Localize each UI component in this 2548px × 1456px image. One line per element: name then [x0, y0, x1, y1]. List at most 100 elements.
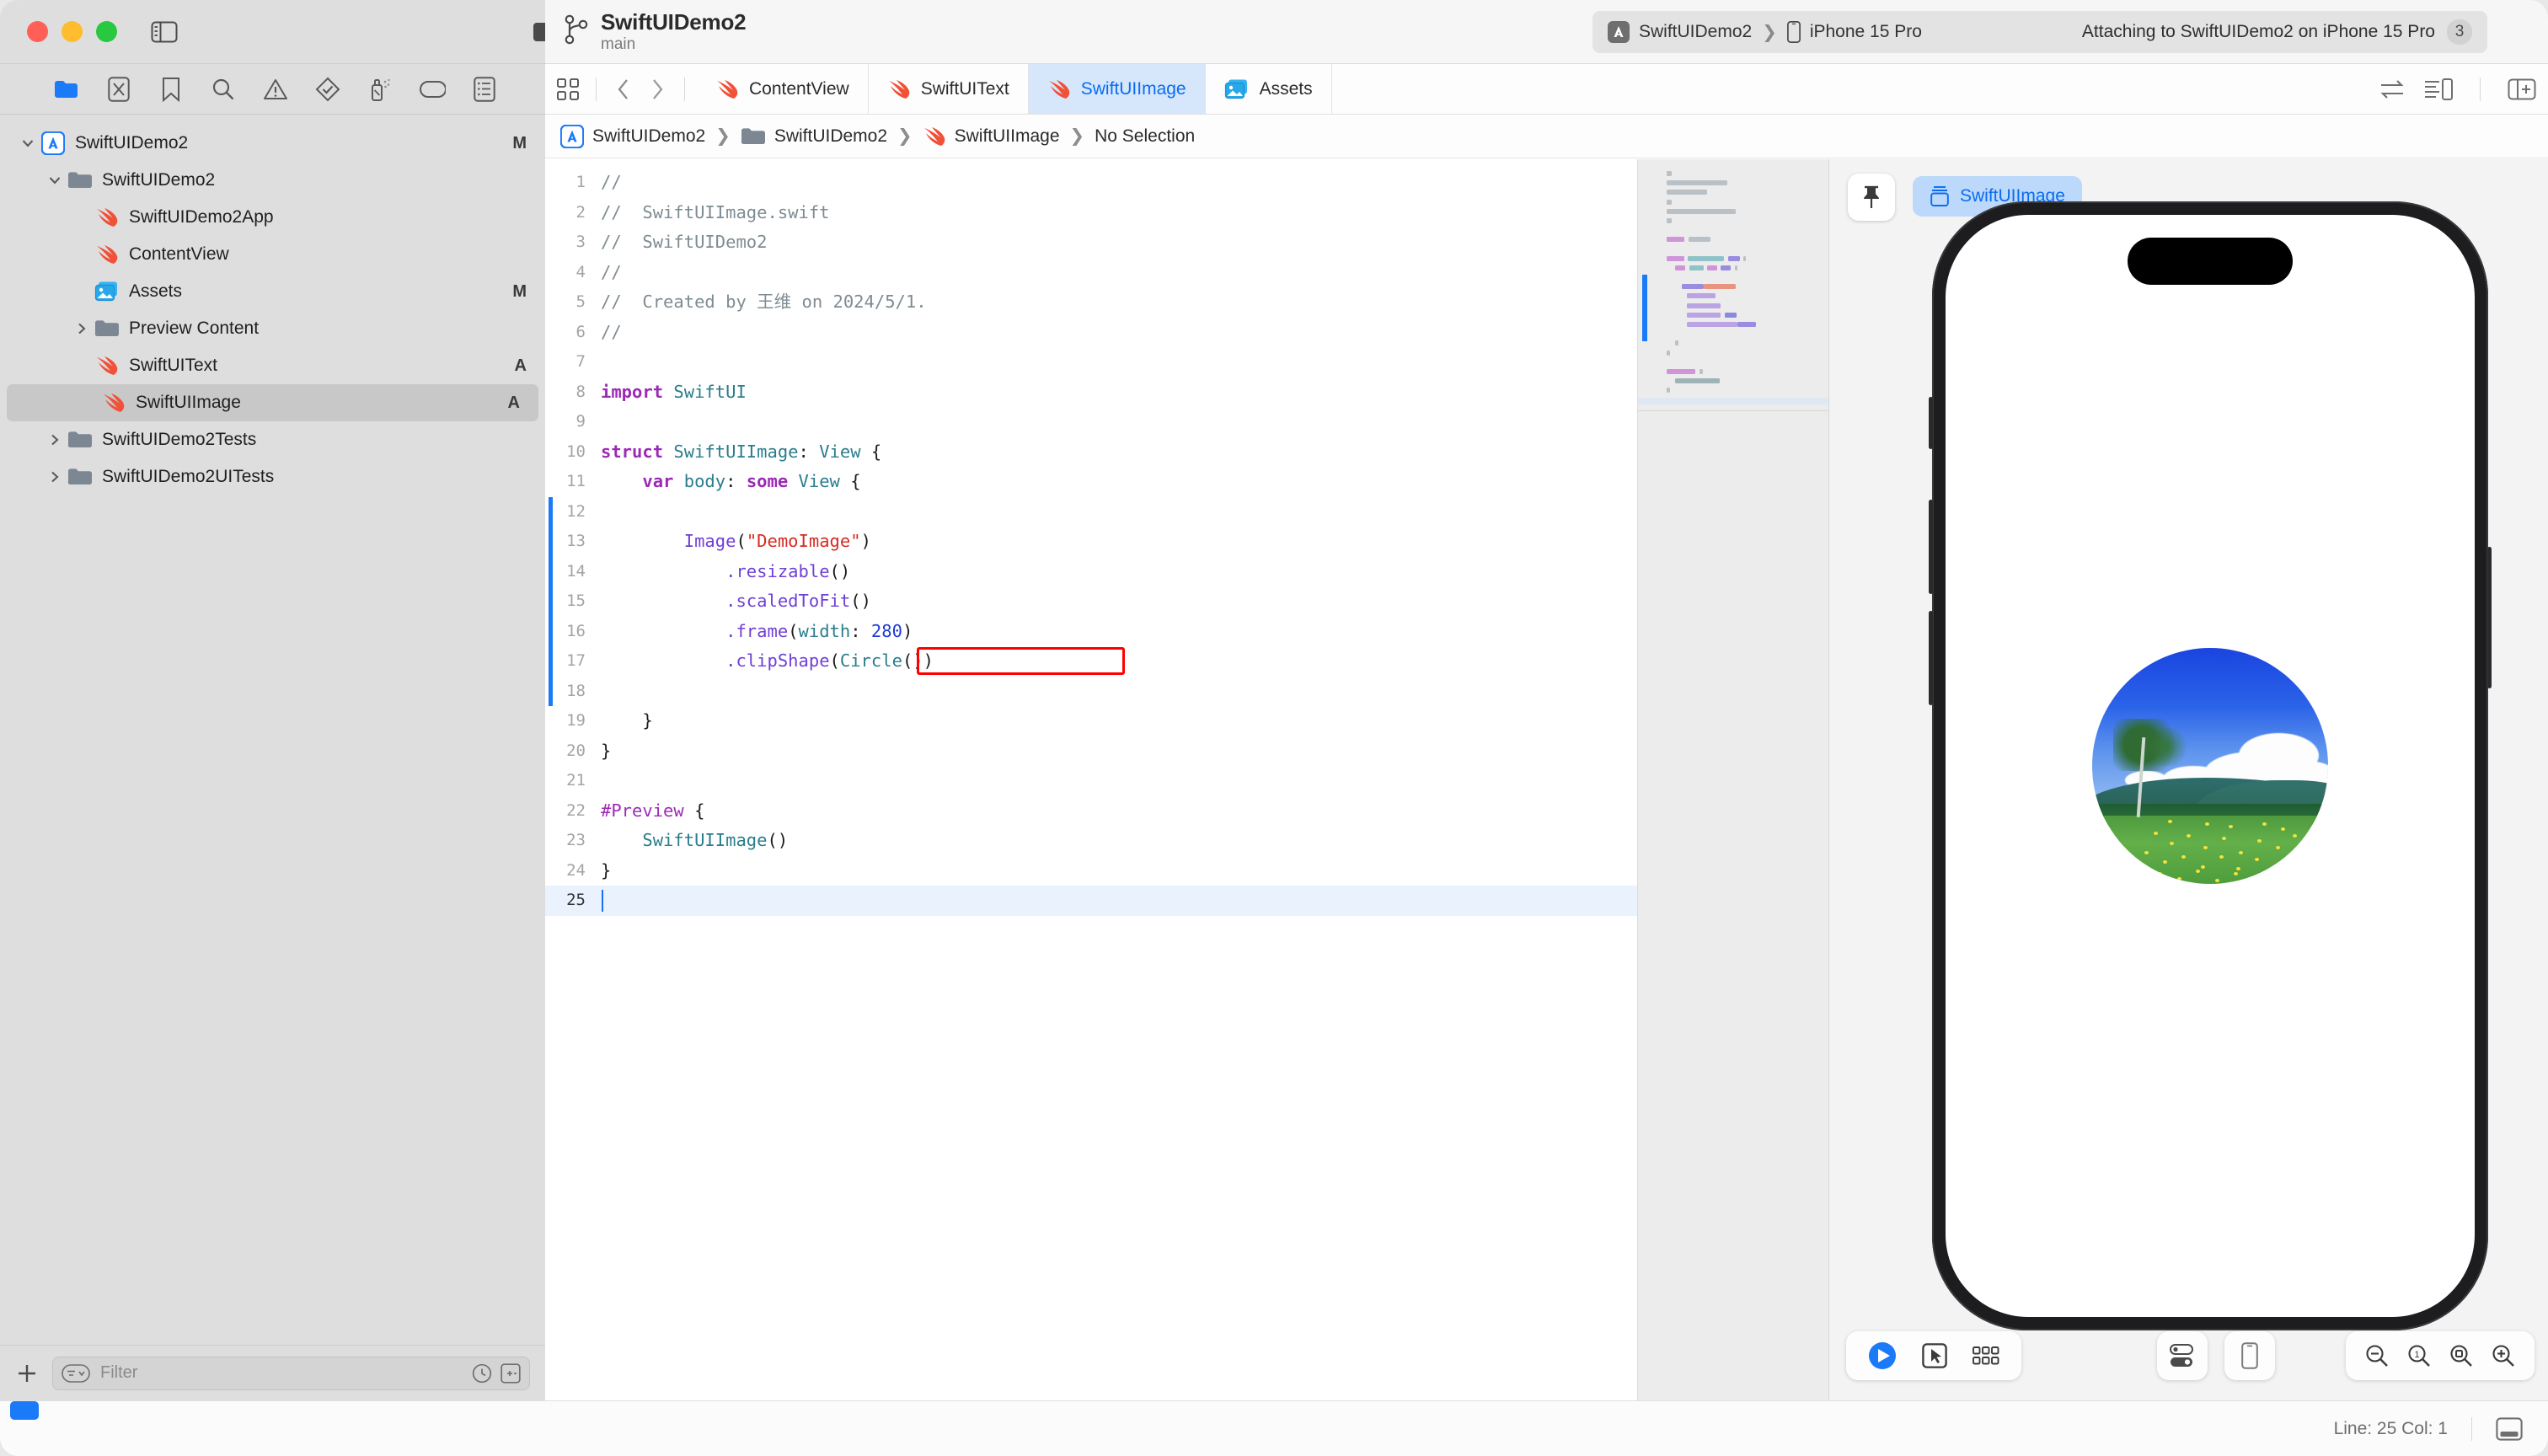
- app-icon: [1608, 21, 1630, 43]
- breadcrumb-item[interactable]: SwiftUIImage: [923, 126, 1060, 147]
- window-controls[interactable]: [27, 21, 117, 42]
- grid-icon[interactable]: [557, 78, 579, 100]
- zoom-out-icon[interactable]: [2364, 1343, 2390, 1368]
- bottom-panel-icon[interactable]: [2496, 1416, 2523, 1441]
- code-line-22[interactable]: 22 #Preview {: [545, 796, 1637, 827]
- code-line-20[interactable]: 20}: [545, 736, 1637, 767]
- code-line-18[interactable]: 18: [545, 677, 1637, 707]
- tree-row-contentview[interactable]: ContentView: [0, 236, 545, 273]
- tab-swiftuiimage[interactable]: SwiftUIImage: [1028, 64, 1206, 114]
- code-line-10[interactable]: 10 struct SwiftUIImage: View {: [545, 437, 1637, 468]
- preview-settings-button[interactable]: [2157, 1331, 2208, 1380]
- tree-row-swiftuiimage[interactable]: SwiftUIImage A: [7, 384, 538, 421]
- code-line-23[interactable]: 23 SwiftUIImage(): [545, 826, 1637, 856]
- tree-row-swiftuitext[interactable]: SwiftUIText A: [0, 347, 545, 384]
- code-line-25[interactable]: 25: [545, 886, 1637, 916]
- breadcrumb[interactable]: SwiftUIDemo2 ❯ SwiftUIDemo2 ❯ SwiftUIImage ❯ N…: [545, 115, 2548, 158]
- code-line-8[interactable]: 8 import SwiftUI: [545, 377, 1637, 408]
- status-badge[interactable]: 3: [2447, 19, 2472, 45]
- test-icon[interactable]: [302, 77, 354, 102]
- breadcrumb-item[interactable]: No Selection: [1095, 126, 1195, 147]
- code-line-11[interactable]: 11 var body: some View {: [545, 467, 1637, 497]
- canvas-toggle-icon[interactable]: [2424, 78, 2453, 101]
- chevron-right-icon[interactable]: [71, 322, 93, 335]
- recent-icon[interactable]: [472, 1363, 492, 1384]
- code-line-24[interactable]: 24}: [545, 856, 1637, 886]
- tree-row-swiftuidemo2app[interactable]: SwiftUIDemo2App: [0, 199, 545, 236]
- code-line-16[interactable]: 16 .frame(width: 280): [545, 617, 1637, 647]
- forward-icon[interactable]: [642, 78, 672, 101]
- scheme-destination-bar[interactable]: SwiftUIDemo2 ❯ iPhone 15 Pro Attaching t…: [1592, 11, 2487, 53]
- folder-icon[interactable]: [40, 78, 93, 100]
- play-icon[interactable]: [1868, 1341, 1897, 1370]
- add-file-button[interactable]: [15, 1362, 39, 1385]
- close-button[interactable]: [27, 21, 48, 42]
- code-line-21[interactable]: 21: [545, 766, 1637, 796]
- code-editor[interactable]: 1 // 2 // SwiftUIImage.swift 3 // SwiftUIDemo…: [545, 159, 1637, 1400]
- source-control-indicator[interactable]: [10, 1400, 39, 1420]
- zoom-fit-icon[interactable]: [2449, 1343, 2474, 1368]
- code-line-5[interactable]: 5 // Created by 王维 on 2024/5/1.: [545, 287, 1637, 318]
- code-line-15[interactable]: 15 .scaledToFit(): [545, 586, 1637, 617]
- line-text: import SwiftUI: [601, 381, 747, 402]
- code-line-6[interactable]: 6 //: [545, 318, 1637, 348]
- code-line-13[interactable]: 13 Image("DemoImage"): [545, 527, 1637, 557]
- tag-icon[interactable]: [406, 80, 458, 99]
- code-line-4[interactable]: 4 //: [545, 258, 1637, 288]
- branch-block[interactable]: SwiftUIDemo2 main: [564, 10, 747, 54]
- report-icon[interactable]: [458, 76, 511, 102]
- filter-placeholder: Filter: [100, 1363, 138, 1382]
- code-line-3[interactable]: 3 // SwiftUIDemo2: [545, 228, 1637, 258]
- search-icon[interactable]: [197, 78, 249, 101]
- code-line-14[interactable]: 14 .resizable(): [545, 557, 1637, 587]
- breadcrumb-item[interactable]: SwiftUIDemo2: [741, 126, 887, 147]
- tree-row-swiftuidemo2uitests[interactable]: SwiftUIDemo2UITests: [0, 458, 545, 495]
- code-minimap[interactable]: [1637, 159, 1829, 1400]
- code-line-12[interactable]: 12: [545, 497, 1637, 527]
- code-content[interactable]: 1 // 2 // SwiftUIImage.swift 3 // SwiftUIDemo…: [545, 159, 1637, 916]
- minimize-button[interactable]: [62, 21, 83, 42]
- chevron-right-icon[interactable]: [44, 470, 66, 484]
- code-review-icon[interactable]: [2379, 78, 2406, 101]
- source-control-filter-icon[interactable]: [500, 1362, 521, 1384]
- chevron-right-icon[interactable]: [44, 433, 66, 447]
- code-line-1[interactable]: 1 //: [545, 168, 1637, 198]
- variants-icon[interactable]: [1973, 1346, 1999, 1366]
- chevron-down-icon[interactable]: [17, 136, 39, 150]
- maximize-button[interactable]: [96, 21, 117, 42]
- tree-row-swiftuidemo2[interactable]: SwiftUIDemo2 M: [0, 125, 545, 162]
- code-line-9[interactable]: 9: [545, 407, 1637, 437]
- zoom-in-icon[interactable]: [2491, 1343, 2516, 1368]
- change-gutter-bar: [549, 496, 553, 706]
- code-line-19[interactable]: 19 }: [545, 706, 1637, 736]
- line-text: var body: some View {: [642, 471, 861, 491]
- scheme-selector[interactable]: SwiftUIDemo2: [1608, 21, 1752, 43]
- debug-icon[interactable]: [354, 77, 406, 102]
- back-icon[interactable]: [608, 78, 639, 101]
- pin-icon[interactable]: [1848, 174, 1895, 221]
- source-control-icon[interactable]: [93, 76, 145, 102]
- sidebar-toggle-icon[interactable]: [151, 20, 178, 44]
- zoom-actual-icon[interactable]: 1: [2406, 1343, 2432, 1368]
- tree-row-swiftuidemo2tests[interactable]: SwiftUIDemo2Tests: [0, 421, 545, 458]
- tree-row-assets[interactable]: Assets M: [0, 273, 545, 310]
- add-editor-icon[interactable]: [2508, 78, 2536, 101]
- tab-contentview[interactable]: ContentView: [697, 64, 869, 114]
- filter-icon[interactable]: [62, 1363, 90, 1383]
- filter-input[interactable]: Filter: [52, 1356, 530, 1390]
- bookmark-icon[interactable]: [145, 77, 197, 102]
- select-icon[interactable]: [1922, 1343, 1947, 1368]
- chevron-down-icon[interactable]: [44, 174, 66, 187]
- breadcrumb-item[interactable]: SwiftUIDemo2: [560, 124, 705, 148]
- tree-row-swiftuidemo2[interactable]: SwiftUIDemo2: [0, 162, 545, 199]
- device-screen[interactable]: [1946, 215, 2475, 1317]
- destination-selector[interactable]: iPhone 15 Pro: [1786, 21, 1922, 43]
- tab-assets[interactable]: Assets: [1206, 64, 1332, 114]
- tab-swiftuitext[interactable]: SwiftUIText: [869, 64, 1029, 114]
- code-line-7[interactable]: 7: [545, 347, 1637, 377]
- preview-device-button[interactable]: [2224, 1331, 2275, 1380]
- tree-row-preview-content[interactable]: Preview Content: [0, 310, 545, 347]
- warning-icon[interactable]: [249, 78, 302, 101]
- code-line-2[interactable]: 2 // SwiftUIImage.swift: [545, 198, 1637, 228]
- code-line-17[interactable]: 17 .clipShape(Circle()): [545, 646, 1637, 677]
